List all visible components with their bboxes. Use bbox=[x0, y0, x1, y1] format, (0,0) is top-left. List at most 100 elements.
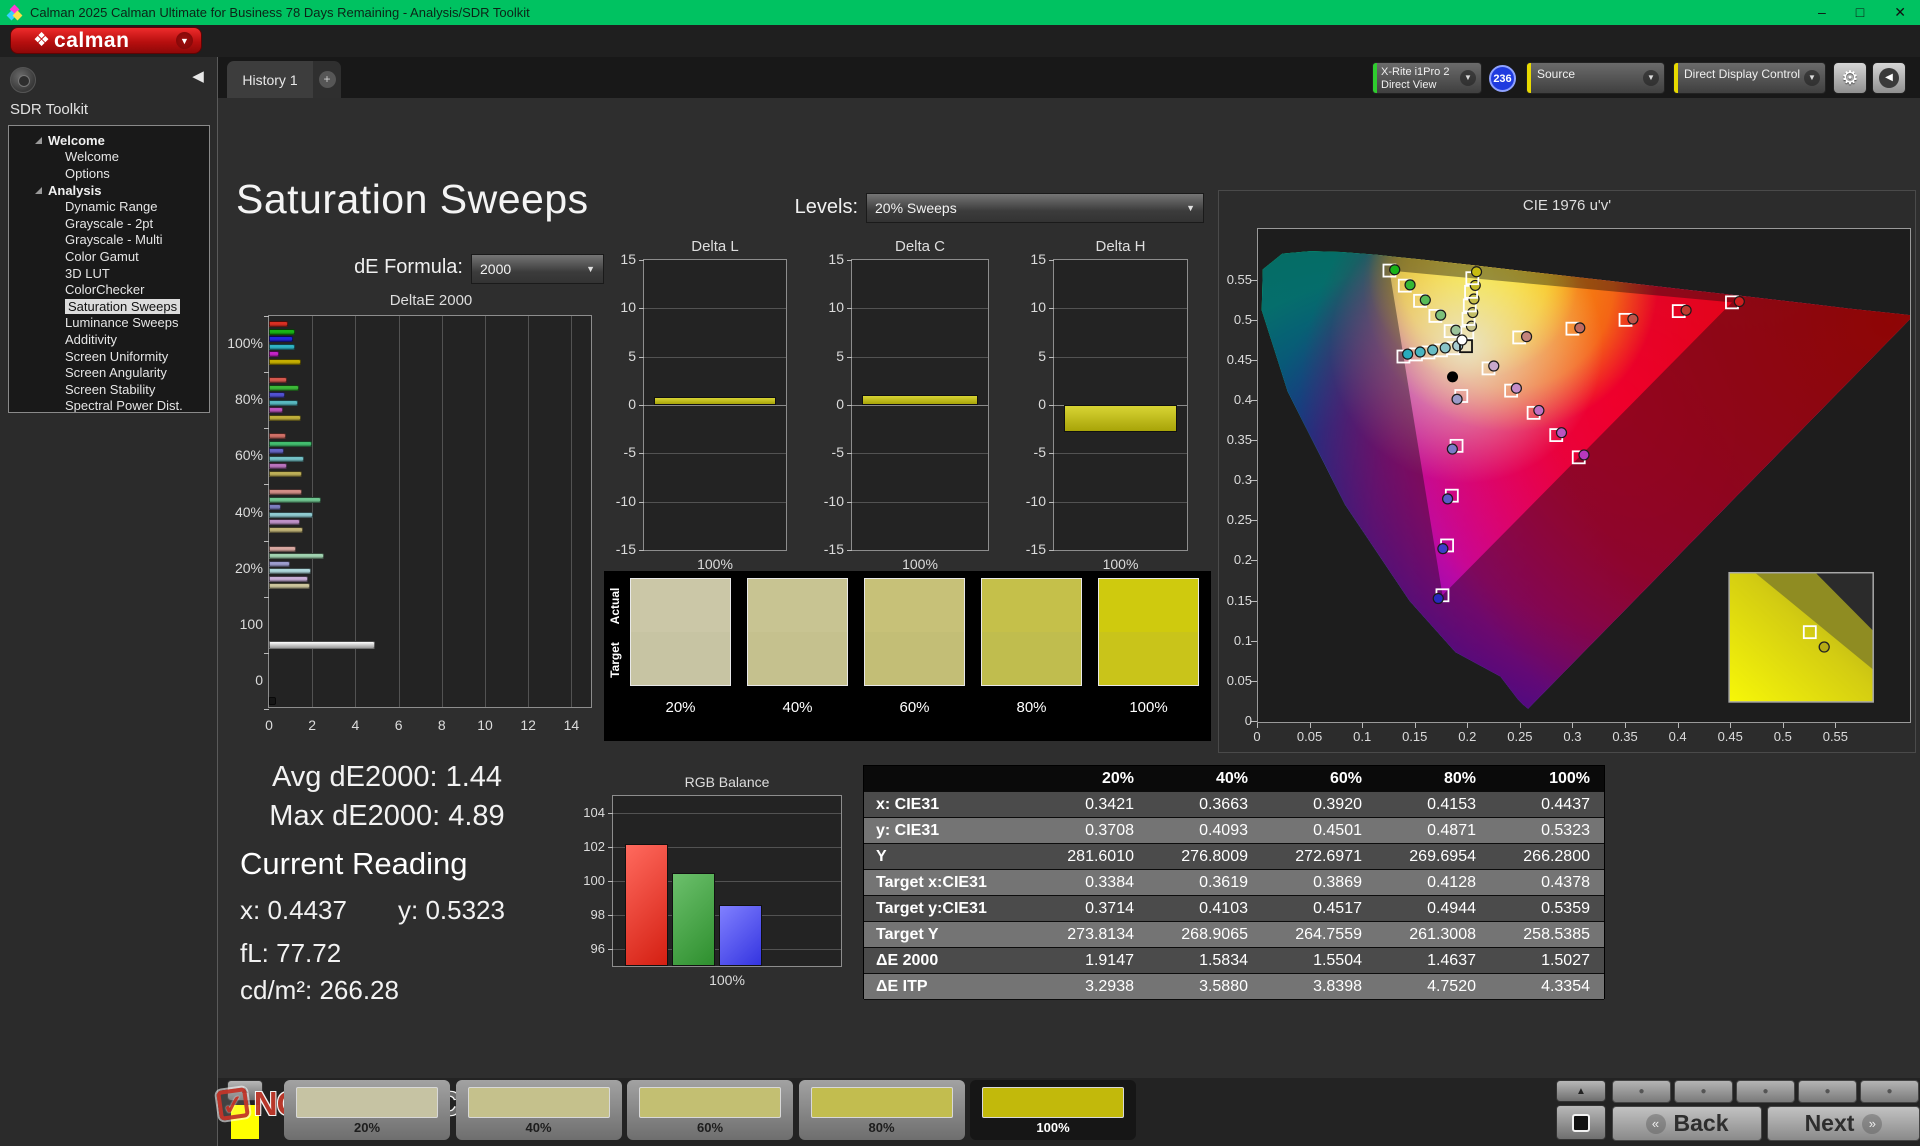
y-tick bbox=[1049, 260, 1054, 261]
add-tab-button[interactable]: + bbox=[313, 61, 341, 98]
meter-count-badge[interactable]: 236 bbox=[1489, 65, 1516, 92]
y-tick-label: 0.4 bbox=[1233, 391, 1252, 407]
y-tick-label: -5 bbox=[1033, 444, 1046, 461]
patch-label: 80% bbox=[868, 1120, 895, 1135]
tree-item-options[interactable]: Options bbox=[9, 166, 209, 183]
panel-collapse-button[interactable]: ◀ bbox=[1872, 62, 1906, 94]
rgb-bar-blue bbox=[719, 904, 762, 966]
value-cell: 0.3869 bbox=[1313, 874, 1362, 891]
tree-item-3d-lut[interactable]: 3D LUT bbox=[9, 266, 209, 283]
tree-item-label: Grayscale - Multi bbox=[65, 232, 163, 248]
y-tick-label: 0 bbox=[1038, 396, 1046, 412]
tree-item-additivity[interactable]: Additivity bbox=[9, 332, 209, 349]
expand-controls-button[interactable]: ▲ bbox=[1556, 1080, 1606, 1102]
record-indicator-button[interactable] bbox=[10, 67, 36, 93]
patch-button-100%[interactable]: 100% bbox=[970, 1080, 1136, 1140]
patch-swatch bbox=[467, 1087, 610, 1118]
de-bar-yellow bbox=[269, 414, 301, 421]
gridline bbox=[852, 308, 988, 310]
minimize-button[interactable]: – bbox=[1818, 4, 1826, 21]
tab-history-1[interactable]: History 1 bbox=[227, 61, 313, 98]
delta-c-chart: Delta C 15 10 5 0 -5 -10 -15 100% bbox=[824, 238, 989, 572]
value-cell: 0.4437 bbox=[1541, 796, 1590, 813]
de-formula-dropdown[interactable]: 2000 ▼ bbox=[471, 254, 604, 284]
chevron-down-icon[interactable]: ▼ bbox=[176, 32, 193, 49]
patch-swatch bbox=[296, 1087, 438, 1118]
bottom-toolbar-icon-button-5[interactable]: ● bbox=[1860, 1080, 1919, 1103]
tree-item-grayscale-2pt[interactable]: Grayscale - 2pt bbox=[9, 216, 209, 233]
table-header-row: 20% 40% 60% 80% 100% bbox=[864, 766, 1604, 792]
value-cell: 3.2938 bbox=[1085, 978, 1134, 995]
value-cell: 0.5323 bbox=[1541, 822, 1590, 839]
cie-svg bbox=[1261, 251, 1910, 709]
bottom-toolbar-icon-button-2[interactable]: ● bbox=[1674, 1080, 1733, 1103]
value-cell: 281.6010 bbox=[1067, 848, 1134, 865]
value-cell: 0.3920 bbox=[1313, 796, 1362, 813]
tree-group-analysis[interactable]: Analysis bbox=[9, 182, 209, 199]
bottom-toolbar-icon-button-3[interactable]: ● bbox=[1736, 1080, 1795, 1103]
expand-patches-button[interactable]: ▲ bbox=[227, 1080, 263, 1101]
display-control-dropdown[interactable]: Direct Display Control ▼ bbox=[1673, 62, 1826, 94]
de-bar-green bbox=[269, 496, 322, 503]
tree-expander-icon[interactable] bbox=[35, 187, 42, 195]
source-dropdown[interactable]: Source ▼ bbox=[1526, 62, 1665, 94]
sidebar-collapse-icon[interactable]: ◀ bbox=[186, 65, 210, 89]
y-tick-label: 0.3 bbox=[1233, 472, 1252, 488]
de-bar-red bbox=[269, 545, 297, 552]
next-label: Next bbox=[1804, 1110, 1855, 1136]
meter-dropdown[interactable]: X-Rite i1Pro 2 Direct View ▼ bbox=[1372, 62, 1482, 94]
patch-swatch bbox=[810, 1087, 953, 1118]
bottom-toolbar-icon-button-4[interactable]: ● bbox=[1798, 1080, 1857, 1103]
de-bar-red bbox=[269, 489, 303, 496]
measured-marker bbox=[1533, 404, 1545, 417]
y-tick-label: 5 bbox=[1038, 347, 1046, 364]
measured-marker bbox=[1451, 393, 1463, 405]
x-tick-label: 6 bbox=[394, 717, 403, 733]
patch-button-40%[interactable]: 40% bbox=[455, 1080, 622, 1140]
y-tick bbox=[847, 405, 852, 406]
patch-button-20%[interactable]: 20% bbox=[284, 1080, 450, 1140]
maximize-button[interactable]: □ bbox=[1856, 4, 1864, 21]
tree-group-welcome[interactable]: Welcome bbox=[9, 132, 209, 149]
tree-item-luminance-sweeps[interactable]: Luminance Sweeps bbox=[9, 315, 209, 332]
x-axis-label: 100% bbox=[697, 556, 733, 572]
patch-button-60%[interactable]: 60% bbox=[627, 1080, 793, 1140]
tree-item-spectral-power-dist-[interactable]: Spectral Power Dist. bbox=[9, 398, 209, 412]
patch-label: 100% bbox=[1036, 1120, 1070, 1135]
tree-item-grayscale-multi[interactable]: Grayscale - Multi bbox=[9, 232, 209, 249]
tree-item-color-gamut[interactable]: Color Gamut bbox=[9, 249, 209, 266]
table-header-cell: 80% bbox=[1443, 770, 1476, 787]
bottom-toolbar-icon-button-1[interactable]: ● bbox=[1612, 1080, 1671, 1103]
tree-item-screen-angularity[interactable]: Screen Angularity bbox=[9, 365, 209, 382]
patch-label: 20% bbox=[353, 1120, 381, 1135]
x-tick-label: 0.15 bbox=[1402, 729, 1428, 744]
tree-item-saturation-sweeps[interactable]: Saturation Sweeps bbox=[9, 298, 209, 316]
calman-menu-button[interactable]: ❖ calman ▼ bbox=[10, 27, 202, 54]
close-button[interactable]: ✕ bbox=[1894, 4, 1906, 21]
value-cell: 0.3708 bbox=[1085, 822, 1134, 839]
y-tick bbox=[1049, 308, 1054, 310]
gridline bbox=[485, 316, 486, 707]
patch-button-80%[interactable]: 80% bbox=[798, 1080, 965, 1140]
tree-item-screen-stability[interactable]: Screen Stability bbox=[9, 382, 209, 399]
calman-diamond-icon: ❖ bbox=[33, 30, 51, 51]
value-cell: 1.9147 bbox=[1085, 952, 1134, 969]
x-tick bbox=[1625, 723, 1627, 728]
x-tick bbox=[1309, 723, 1311, 728]
tree-item-screen-uniformity[interactable]: Screen Uniformity bbox=[9, 349, 209, 366]
measured-marker bbox=[1427, 344, 1439, 356]
tree-expander-icon[interactable] bbox=[35, 137, 42, 144]
tree-item-welcome[interactable]: Welcome bbox=[9, 149, 209, 166]
settings-button[interactable]: ⚙ bbox=[1833, 62, 1867, 94]
tree-item-label: Screen Uniformity bbox=[65, 348, 169, 364]
levels-dropdown[interactable]: 20% Sweeps ▼ bbox=[866, 193, 1204, 223]
cie-chart-plot bbox=[1257, 228, 1911, 723]
next-button[interactable]: Next » bbox=[1767, 1106, 1920, 1141]
stop-button[interactable] bbox=[1556, 1105, 1606, 1140]
target-patch bbox=[982, 632, 1081, 685]
tree-item-dynamic-range[interactable]: Dynamic Range bbox=[9, 199, 209, 216]
bottom-toolbar: ▲ ▲ « Back Next » ✓ NOTEBOOK CHECK 20%40… bbox=[216, 1078, 1920, 1146]
y-tick-label: 0 bbox=[836, 396, 844, 412]
back-button[interactable]: « Back bbox=[1612, 1106, 1762, 1141]
tree-item-colorchecker[interactable]: ColorChecker bbox=[9, 282, 209, 299]
